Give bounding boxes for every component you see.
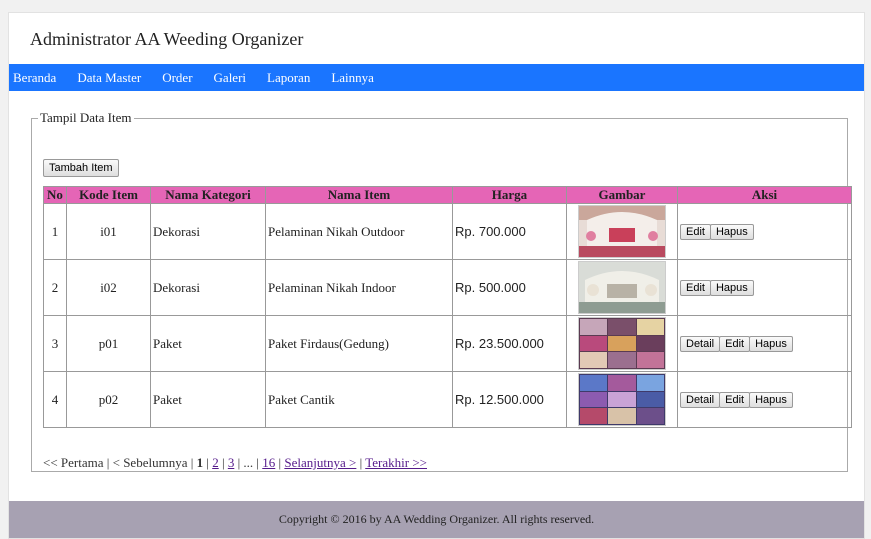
delete-button[interactable]: Hapus [709,280,754,296]
item-image-package[interactable] [578,317,666,370]
item-image-decoration[interactable] [578,205,666,258]
cell-harga: Rp. 700.000 [452,203,567,260]
item-panel: Tampil Data Item Tambah Item No Kode Ite… [31,110,852,472]
cell-kode: p01 [66,315,151,372]
pager-separator: | [190,455,194,470]
cell-kategori: Dekorasi [150,259,266,316]
table-row: 4 p02 Paket Paket Cantik Rp. 12.500.000 [43,371,852,428]
cell-nama: Paket Firdaus(Gedung) [265,315,453,372]
pager-separator: | [256,455,260,470]
cell-aksi: Edit Hapus [677,259,852,316]
cell-harga: Rp. 12.500.000 [452,371,567,428]
cell-no: 1 [43,203,67,260]
col-no: No [43,186,67,204]
add-item-button[interactable]: Tambah Item [43,159,119,177]
pager-first: << Pertama [43,455,104,470]
cell-kode: i01 [66,203,151,260]
delete-button[interactable]: Hapus [709,224,754,240]
cell-kode: p02 [66,371,151,428]
col-nama-item: Nama Item [265,186,453,204]
items-table: No Kode Item Nama Kategori Nama Item Har… [43,186,852,428]
main-nav: Beranda Data Master Order Galeri Laporan… [9,64,864,91]
pager-page-3[interactable]: 3 [228,455,235,470]
col-kode-item: Kode Item [66,186,151,204]
nav-order[interactable]: Order [162,70,192,86]
cell-aksi: Edit Hapus [677,203,852,260]
cell-aksi: Detail Edit Hapus [677,371,852,428]
table-row: 2 i02 Dekorasi Pelaminan Nikah Indoor Rp… [43,259,852,316]
col-aksi: Aksi [677,186,852,204]
cell-kategori: Paket [150,315,266,372]
edit-button[interactable]: Edit [680,224,711,240]
page-container: Administrator AA Weeding Organizer Beran… [8,12,865,539]
pager-ellipsis: ... [243,455,254,470]
detail-button[interactable]: Detail [680,336,721,352]
pager-separator: | [206,455,209,470]
cell-kategori: Paket [150,371,266,428]
item-image-package[interactable] [578,373,666,426]
pager-page-2[interactable]: 2 [212,455,219,470]
table-header-row: No Kode Item Nama Kategori Nama Item Har… [43,186,852,204]
copyright-text: Copyright © 2016 by AA Wedding Organizer… [278,512,595,526]
item-image-decoration[interactable] [578,261,666,314]
cell-gambar [566,203,678,260]
pager-separator: | [359,455,363,470]
table-row: 3 p01 Paket Paket Firdaus(Gedung) Rp. 23… [43,315,852,372]
cell-gambar [566,371,678,428]
delete-button[interactable]: Hapus [749,392,793,408]
edit-button[interactable]: Edit [719,392,751,408]
nav-galeri[interactable]: Galeri [214,70,246,86]
table-row: 1 i01 Dekorasi Pelaminan Nikah Outdoor R… [43,203,852,260]
pager-current-page: 1 [196,455,204,470]
panel-legend: Tampil Data Item [40,110,132,125]
nav-beranda[interactable]: Beranda [13,70,56,86]
cell-kategori: Dekorasi [150,203,266,260]
cell-harga: Rp. 500.000 [452,259,567,316]
detail-button[interactable]: Detail [680,392,721,408]
cell-aksi: Detail Edit Hapus [677,315,852,372]
nav-laporan[interactable]: Laporan [267,70,310,86]
pagination: << Pertama | < Sebelumnya | 1 | 2 | 3 | … [43,455,427,471]
pager-separator: | [221,455,225,470]
col-harga: Harga [452,186,567,204]
cell-gambar [566,315,678,372]
cell-harga: Rp. 23.500.000 [452,315,567,372]
pager-separator: | [278,455,282,470]
nav-data-master[interactable]: Data Master [77,70,141,86]
pager-separator: | [237,455,241,470]
pager-prev: < Sebelumnya [112,455,188,470]
cell-gambar [566,259,678,316]
cell-kode: i02 [66,259,151,316]
cell-nama: Pelaminan Nikah Outdoor [265,203,453,260]
edit-button[interactable]: Edit [719,336,751,352]
col-gambar: Gambar [566,186,678,204]
pager-separator: | [106,455,110,470]
cell-no: 4 [43,371,67,428]
cell-no: 2 [43,259,67,316]
pager-next[interactable]: Selanjutnya > [284,455,356,470]
nav-lainnya[interactable]: Lainnya [331,70,374,86]
col-nama-kategori: Nama Kategori [150,186,266,204]
pager-last[interactable]: Terakhir >> [365,455,427,470]
cell-nama: Pelaminan Nikah Indoor [265,259,453,316]
cell-no: 3 [43,315,67,372]
page-footer: Copyright © 2016 by AA Wedding Organizer… [9,501,864,538]
delete-button[interactable]: Hapus [749,336,793,352]
page-title: Administrator AA Weeding Organizer [30,29,304,49]
edit-button[interactable]: Edit [680,280,711,296]
cell-nama: Paket Cantik [265,371,453,428]
pager-page-16[interactable]: 16 [262,455,275,470]
